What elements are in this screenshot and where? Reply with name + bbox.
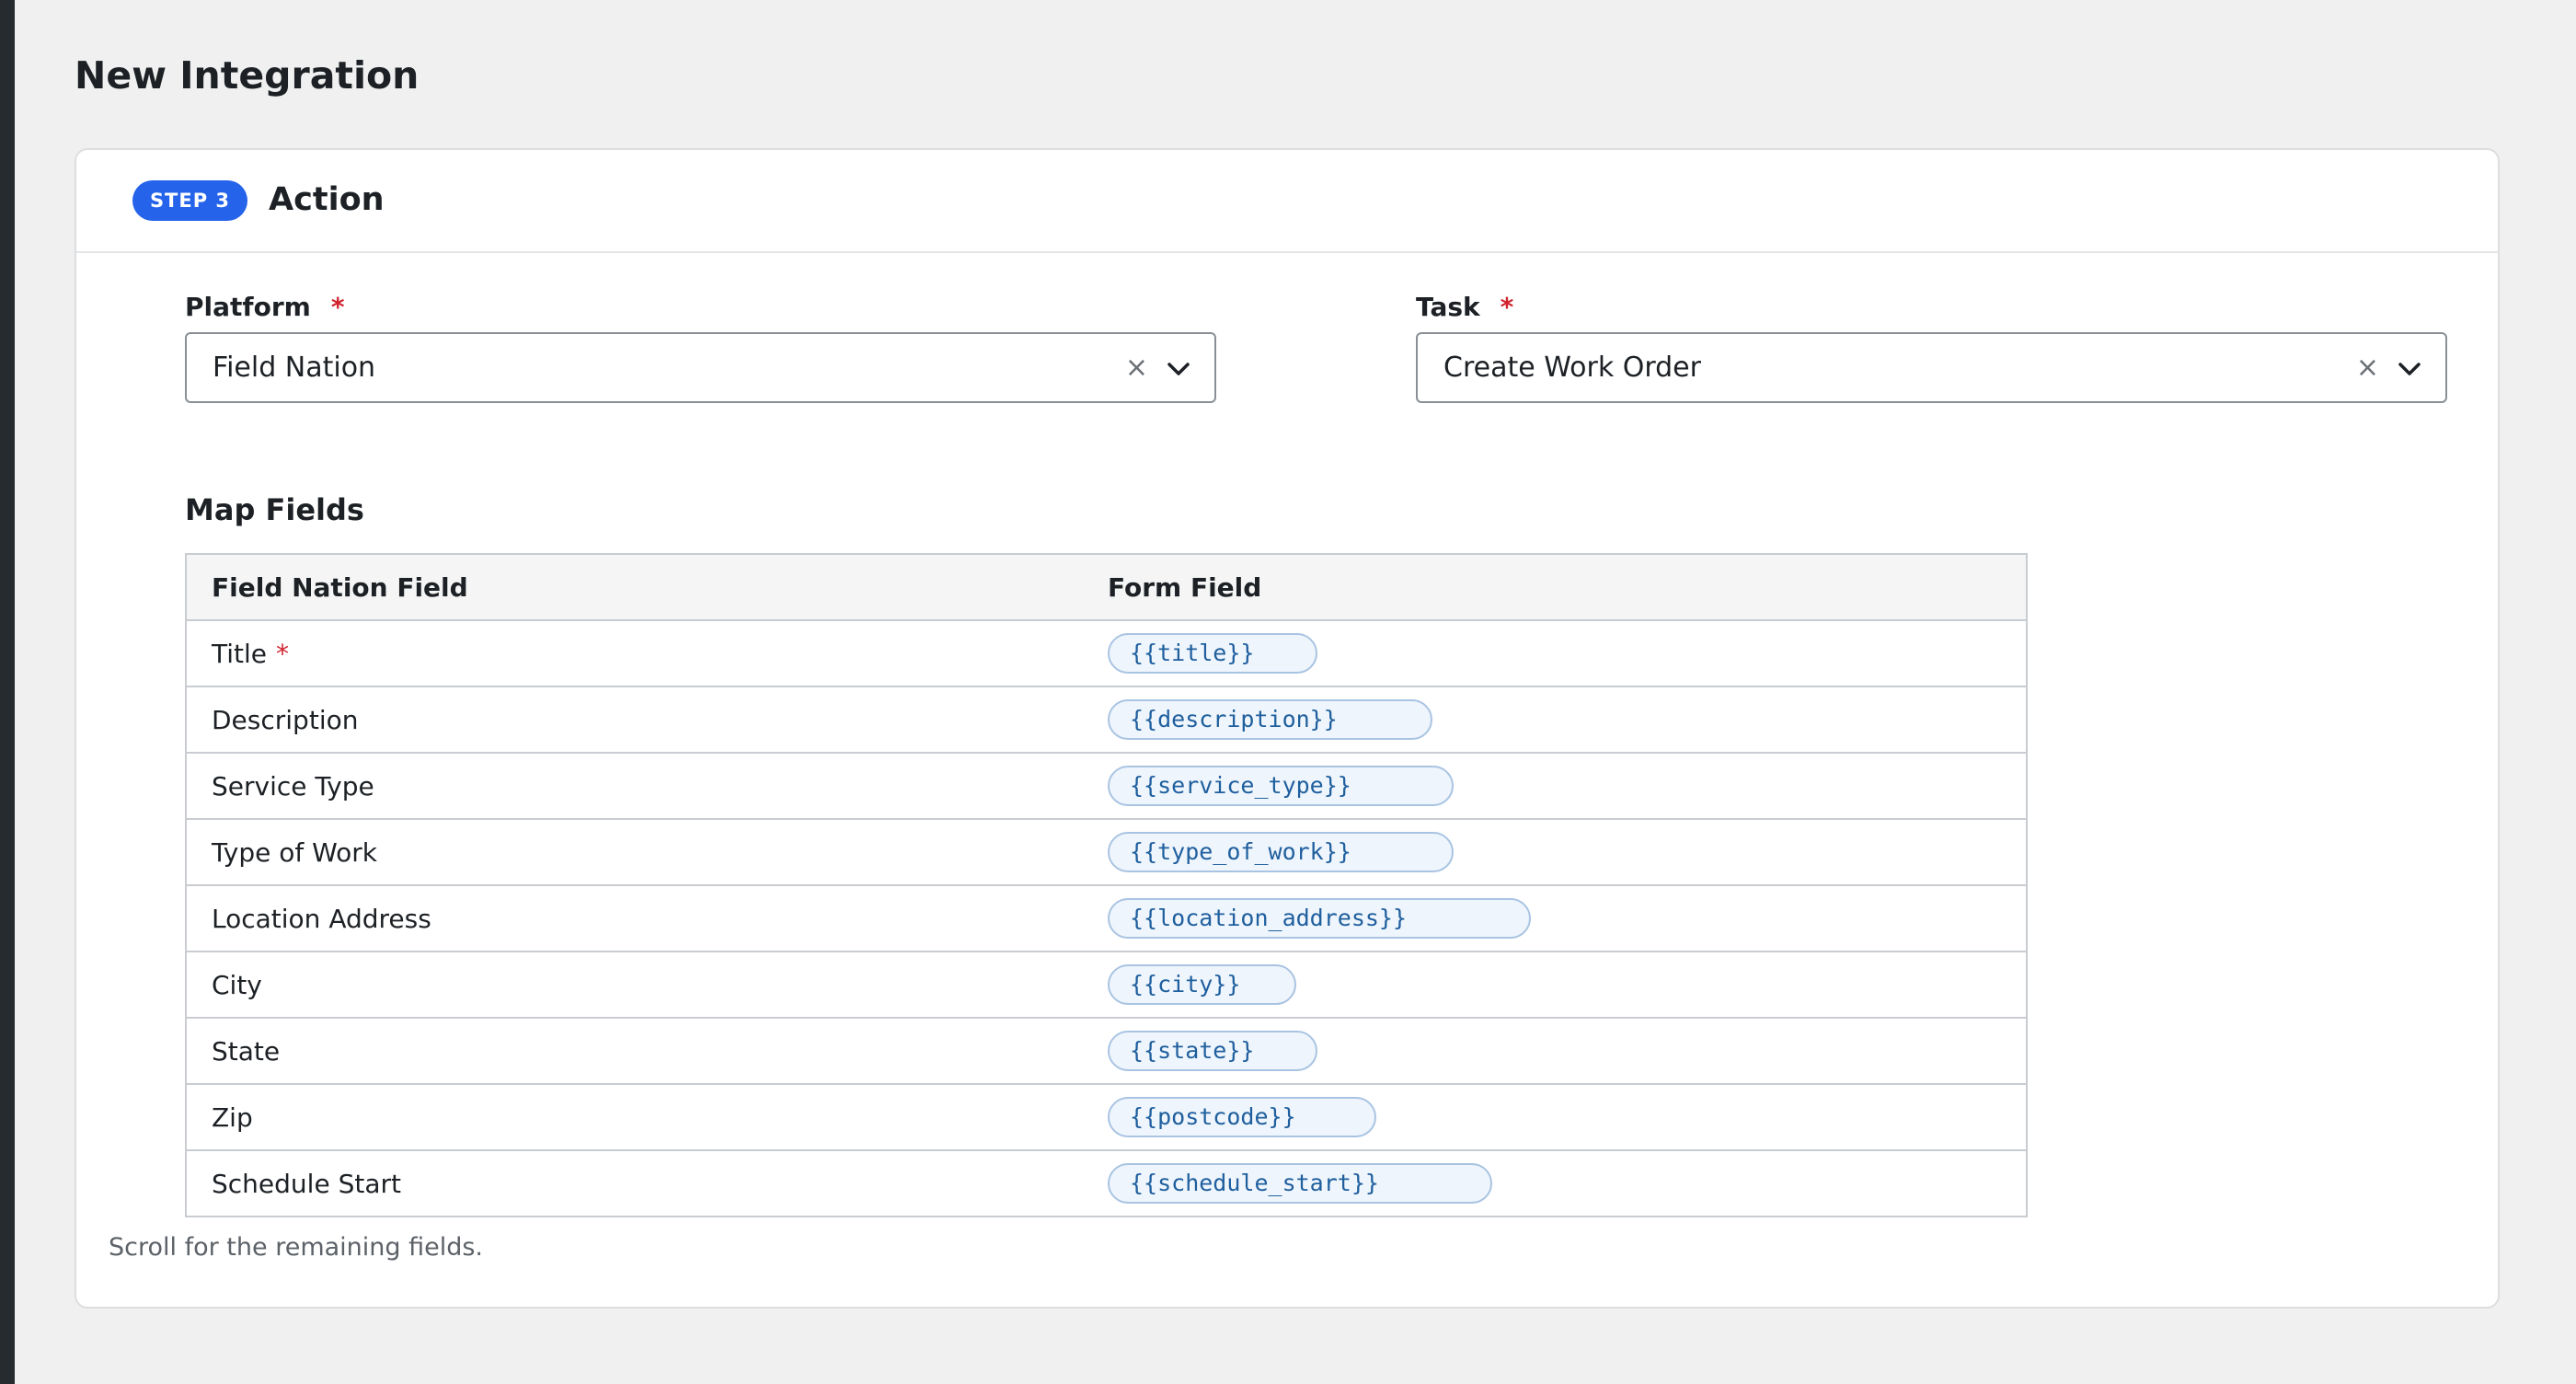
table-row: Zip {{postcode}} [187, 1083, 2026, 1149]
field-name: Service Type [212, 770, 374, 802]
form-field-cell: {{state}} [1108, 1031, 2026, 1071]
form-field-token[interactable]: {{title}} [1108, 633, 1317, 674]
form-field-token[interactable]: {{location_address}} [1108, 898, 1531, 939]
field-name: Zip [212, 1101, 253, 1133]
chevron-down-icon[interactable] [1167, 357, 1190, 381]
form-field-cell: {{postcode}} [1108, 1097, 2026, 1137]
required-marker: * [330, 292, 345, 322]
required-marker: * [1500, 292, 1514, 322]
task-select-value: Create Work Order [1443, 352, 1701, 384]
form-field-cell: {{location_address}} [1108, 898, 2026, 939]
map-fields-title: Map Fields [185, 492, 364, 527]
table-row: Service Type {{service_type}} [187, 752, 2026, 818]
page-title: New Integration [75, 53, 420, 98]
close-icon[interactable]: × [2356, 334, 2379, 401]
step-header: STEP 3 Action [76, 150, 2498, 253]
form-field-token[interactable]: {{service_type}} [1108, 766, 1454, 806]
scroll-hint: Scroll for the remaining fields. [109, 1233, 484, 1262]
form-field-cell: {{description}} [1108, 699, 2026, 740]
task-label: Task * [1416, 292, 1513, 323]
table-row: State {{state}} [187, 1017, 2026, 1083]
chevron-down-icon[interactable] [2398, 357, 2421, 381]
required-marker: * [276, 638, 290, 669]
platform-label: Platform * [185, 292, 344, 323]
table-row: Location Address {{location_address}} [187, 884, 2026, 951]
form-field-cell: {{title}} [1108, 633, 2026, 674]
table-row: Title * {{title}} [187, 619, 2026, 686]
table-row: Description {{description}} [187, 686, 2026, 752]
platform-select[interactable]: Field Nation × [185, 332, 1216, 403]
field-name: Description [212, 704, 359, 735]
field-name: Schedule Start [212, 1168, 401, 1199]
column-header-form-field: Form Field [1108, 571, 1262, 603]
column-header-field-nation-field: Field Nation Field [212, 571, 468, 603]
platform-label-text: Platform [185, 292, 311, 322]
form-field-cell: {{service_type}} [1108, 766, 2026, 806]
field-name: State [212, 1035, 281, 1067]
step-title: Action [269, 181, 385, 218]
close-icon[interactable]: × [1125, 334, 1148, 401]
platform-select-value: Field Nation [213, 352, 376, 384]
field-name: City [212, 969, 262, 1000]
left-rail [0, 0, 15, 1384]
step-badge: STEP 3 [132, 180, 247, 221]
form-field-cell: {{type_of_work}} [1108, 832, 2026, 872]
form-field-token[interactable]: {{city}} [1108, 964, 1296, 1005]
form-field-token[interactable]: {{state}} [1108, 1031, 1317, 1071]
field-name-cell: Title * [187, 639, 1108, 669]
field-name: Title [212, 638, 268, 669]
table-header-row: Field Nation Field Form Field [187, 555, 2026, 619]
form-field-cell: {{city}} [1108, 964, 2026, 1005]
task-select[interactable]: Create Work Order × [1416, 332, 2447, 403]
table-row: Type of Work {{type_of_work}} [187, 818, 2026, 884]
form-field-token[interactable]: {{description}} [1108, 699, 1432, 740]
field-name: Location Address [212, 903, 431, 934]
field-name: Type of Work [212, 836, 378, 868]
table-row: Schedule Start {{schedule_start}} [187, 1149, 2026, 1216]
action-step-card: STEP 3 Action Platform * Field Nation × … [75, 148, 2500, 1309]
form-field-cell: {{schedule_start}} [1108, 1163, 2026, 1204]
task-label-text: Task [1416, 292, 1480, 322]
table-row: City {{city}} [187, 951, 2026, 1017]
form-field-token[interactable]: {{type_of_work}} [1108, 832, 1454, 872]
map-fields-table: Field Nation Field Form Field Title * {{t… [185, 553, 2028, 1217]
form-field-token[interactable]: {{schedule_start}} [1108, 1163, 1492, 1204]
form-field-token[interactable]: {{postcode}} [1108, 1097, 1376, 1137]
